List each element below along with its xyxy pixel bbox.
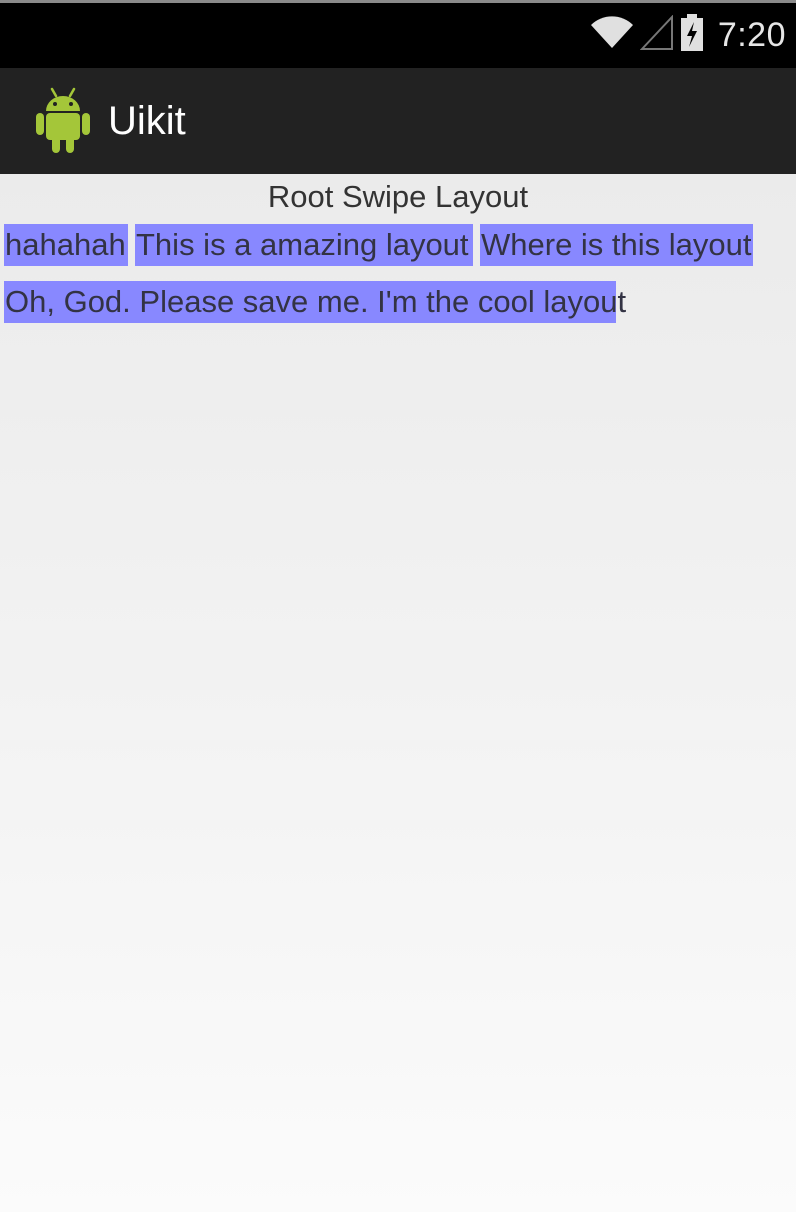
status-icons: 7:20 [590,3,786,68]
app-title: Uikit [108,99,186,143]
battery-charging-icon [680,14,704,57]
tag-item[interactable]: Where is this layout [480,224,753,266]
cell-signal-icon [639,14,674,56]
status-time: 7:20 [717,16,786,54]
tag-item[interactable]: Oh, God. Please save me. I'm the cool la… [4,281,626,323]
android-icon[interactable] [33,86,93,156]
content-area: Root Swipe Layout hahahah This is a amaz… [0,174,796,1212]
action-bar: Uikit [0,68,796,174]
tag-item[interactable]: hahahah [4,224,128,266]
wifi-icon [590,16,634,55]
tag-item[interactable]: This is a amazing layout [135,224,473,266]
root-swipe-layout-heading: Root Swipe Layout [267,179,529,214]
status-bar: 7:20 [0,3,796,68]
